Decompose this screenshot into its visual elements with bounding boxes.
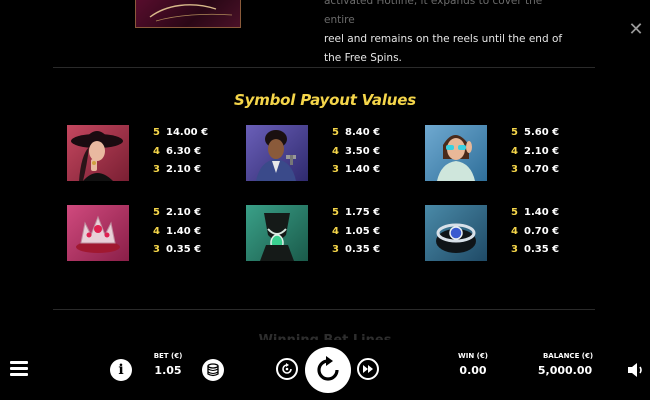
payout-row: 4 1.40 € bbox=[153, 225, 202, 237]
coin-stack-icon[interactable] bbox=[202, 359, 224, 381]
feature-line-3: the Free Spins. bbox=[324, 52, 402, 64]
symbol-woman-in-hat-icon bbox=[67, 125, 129, 181]
symbol-man-with-gun-icon bbox=[246, 125, 308, 181]
payout-row: 5 1.75 € bbox=[332, 207, 381, 218]
payout-row: 4 1.05 € bbox=[332, 225, 381, 237]
bet-label: BET (€) bbox=[153, 352, 183, 360]
payout-row: 5 1.40 € bbox=[511, 207, 560, 218]
payout-row: 5 2.10 € bbox=[153, 207, 202, 218]
payout-row: 3 0.35 € bbox=[511, 244, 560, 255]
payout-row: 3 2.10 € bbox=[153, 164, 202, 175]
feature-line-1: activated Hotline, it expands to cover t… bbox=[324, 0, 543, 26]
balance-value: 5,000.00 bbox=[537, 364, 593, 377]
feature-description: activated Hotline, it expands to cover t… bbox=[324, 0, 564, 68]
info-button[interactable]: i bbox=[110, 359, 132, 381]
symbol-necklace-icon bbox=[246, 205, 308, 261]
bonus-logo-image bbox=[135, 0, 241, 28]
payout-row: 3 1.40 € bbox=[332, 164, 381, 175]
win-value: 0.00 bbox=[459, 364, 487, 377]
autoplay-icon[interactable] bbox=[276, 358, 298, 380]
bet-value: 1.05 bbox=[154, 364, 182, 377]
payout-row: 4 3.50 € bbox=[332, 145, 381, 157]
spin-icon bbox=[317, 356, 339, 381]
payout-list-tiara: 5 2.10 € 4 1.40 € 3 0.35 € bbox=[153, 204, 201, 260]
balance-label: BALANCE (€) bbox=[542, 352, 594, 360]
spin-button[interactable] bbox=[305, 347, 351, 393]
payout-list-necklace: 5 1.75 € 4 1.05 € 3 0.35 € bbox=[332, 204, 380, 260]
payout-row: 5 5.60 € bbox=[511, 127, 560, 138]
divider-bottom bbox=[53, 309, 595, 310]
divider-top bbox=[53, 67, 595, 68]
win-label: WIN (€) bbox=[458, 352, 488, 360]
payout-row: 3 0.35 € bbox=[332, 244, 381, 255]
menu-icon[interactable] bbox=[10, 361, 28, 376]
payout-row: 4 0.70 € bbox=[511, 225, 560, 237]
sound-icon[interactable] bbox=[626, 361, 646, 379]
payout-list-woman-with-sunglasses: 5 5.60 € 4 2.10 € 3 0.70 € bbox=[511, 124, 559, 180]
payout-row: 3 0.70 € bbox=[511, 164, 560, 175]
close-icon[interactable]: ✕ bbox=[626, 20, 646, 40]
symbol-woman-with-sunglasses-icon bbox=[425, 125, 487, 181]
symbol-tiara-icon bbox=[67, 205, 129, 261]
payout-list-man-with-gun: 5 8.40 € 4 3.50 € 3 1.40 € bbox=[332, 124, 380, 180]
payout-list-bracelet: 5 1.40 € 4 0.70 € 3 0.35 € bbox=[511, 204, 559, 260]
turbo-icon[interactable] bbox=[357, 358, 379, 380]
symbol-bracelet-icon bbox=[425, 205, 487, 261]
payout-row: 5 8.40 € bbox=[332, 127, 381, 138]
payout-row: 5 14.00 € bbox=[153, 127, 209, 138]
payout-row: 4 2.10 € bbox=[511, 145, 560, 157]
payout-row: 3 0.35 € bbox=[153, 244, 202, 255]
feature-line-2: reel and remains on the reels until the … bbox=[324, 33, 563, 45]
payout-row: 4 6.30 € bbox=[153, 145, 202, 157]
section-title: Symbol Payout Values bbox=[234, 91, 416, 109]
payout-list-woman-in-hat: 5 14.00 € 4 6.30 € 3 2.10 € bbox=[153, 124, 208, 180]
